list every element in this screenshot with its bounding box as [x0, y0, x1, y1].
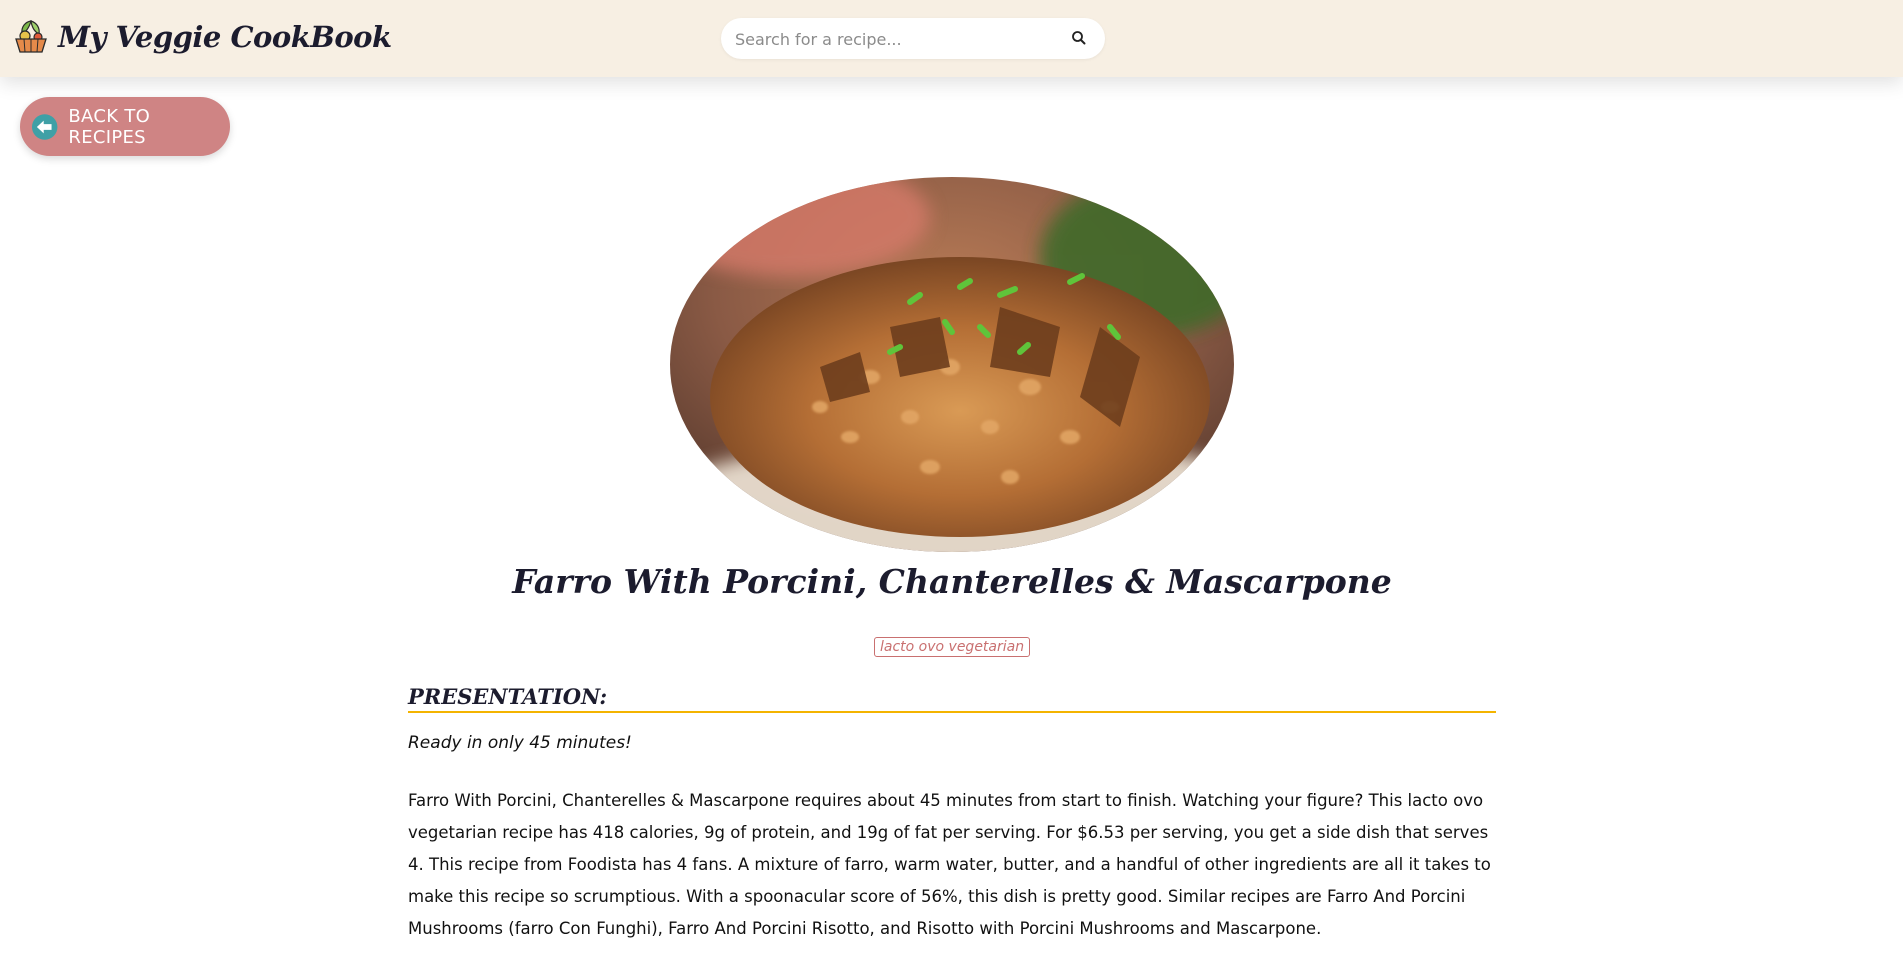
vegetable-basket-icon — [15, 20, 47, 53]
ready-time: Ready in only 45 minutes! — [408, 733, 632, 753]
diet-tag: lacto ovo vegetarian — [874, 637, 1031, 657]
recipe-description: Farro With Porcini, Chanterelles & Masca… — [408, 791, 1491, 938]
search-icon[interactable] — [1069, 28, 1089, 48]
recipe-title: Farro With Porcini, Chanterelles & Masca… — [512, 562, 1392, 601]
arrow-left-circle-icon — [31, 113, 58, 140]
brand-name: My Veggie CookBook — [58, 20, 392, 54]
logo[interactable]: My Veggie CookBook — [12, 18, 392, 56]
search-bar — [721, 18, 1105, 61]
back-to-recipes-button[interactable]: BACK TO RECIPES — [20, 97, 230, 156]
search-input[interactable] — [733, 18, 1057, 61]
section-title: PRESENTATION: — [408, 684, 1496, 713]
back-button-label: BACK TO RECIPES — [68, 105, 151, 148]
recipe-photo — [670, 177, 1234, 552]
site-header: My Veggie CookBook — [0, 0, 1903, 77]
recipe-image — [670, 177, 1234, 552]
